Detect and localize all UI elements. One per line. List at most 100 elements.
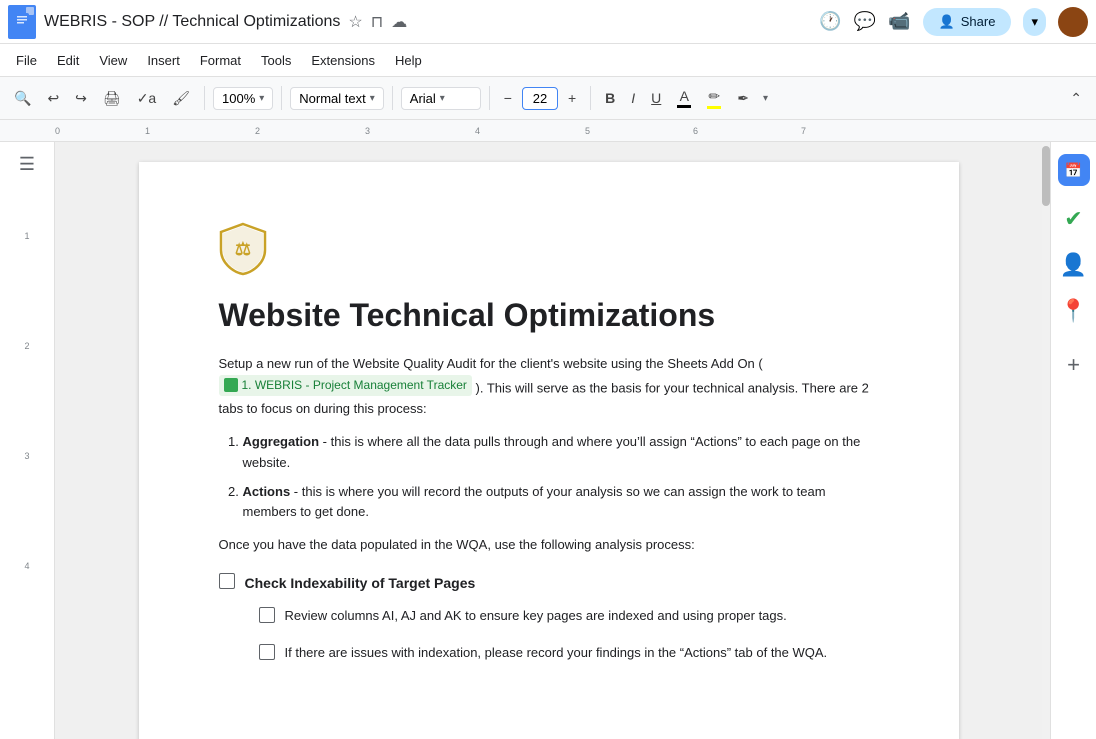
maps-icon[interactable]: 📍	[1060, 298, 1087, 324]
menu-view[interactable]: View	[91, 49, 135, 72]
menu-tools[interactable]: Tools	[253, 49, 299, 72]
increase-font-button[interactable]: +	[562, 86, 582, 110]
badge-label: 1. WEBRIS - Project Management Tracker	[242, 376, 467, 395]
ruler-mark-1: 1	[145, 126, 150, 136]
share-dropdown-button[interactable]: ▾	[1023, 8, 1046, 36]
ruler-mark-4: 4	[475, 126, 480, 136]
sheets-icon	[224, 378, 238, 392]
actions-term: Actions	[243, 484, 291, 499]
spellcheck-button[interactable]: ✓a	[131, 86, 163, 111]
doc-icon	[8, 5, 36, 39]
document-body: Setup a new run of the Website Quality A…	[219, 354, 879, 664]
text-style-dropdown[interactable]: Normal text ▾	[290, 87, 384, 110]
ruler-mark-7: 7	[801, 126, 806, 136]
intro-paragraph: Setup a new run of the Website Quality A…	[219, 354, 879, 420]
aggregation-term: Aggregation	[243, 434, 320, 449]
title-icons: ☆ ⊓ ☁	[348, 12, 407, 32]
ruler: 0 1 2 3 4 5 6 7	[0, 120, 1096, 142]
checkbox-box-2[interactable]	[259, 607, 275, 623]
document-title: WEBRIS - SOP // Technical Optimizations	[44, 13, 340, 31]
decrease-font-button[interactable]: −	[498, 86, 518, 110]
star-icon[interactable]: ☆	[348, 12, 362, 32]
menu-insert[interactable]: Insert	[139, 49, 188, 72]
separator-1	[204, 86, 205, 110]
webris-logo: ⚖	[219, 222, 267, 276]
font-size-box[interactable]: 22	[522, 87, 558, 110]
checkbox-box-3[interactable]	[259, 644, 275, 660]
list-item-1: Aggregation - this is where all the data…	[243, 432, 879, 474]
zoom-chevron: ▾	[259, 93, 264, 104]
video-icon[interactable]: 📹	[888, 11, 910, 32]
text-style-value: Normal text	[299, 91, 365, 106]
margin-4: 4	[24, 561, 29, 571]
menu-bar: File Edit View Insert Format Tools Exten…	[0, 44, 1096, 76]
more-tools-chevron[interactable]: ▾	[763, 93, 768, 104]
font-dropdown[interactable]: Arial ▾	[401, 87, 481, 110]
paint-format-button[interactable]: 🖌	[166, 86, 196, 111]
share-button[interactable]: 👤 Share	[923, 8, 1012, 36]
print-button[interactable]: 🖨	[97, 86, 127, 111]
font-color-indicator: A	[677, 88, 691, 108]
tabs-list: Aggregation - this is where all the data…	[219, 432, 879, 523]
title-bar: WEBRIS - SOP // Technical Optimizations …	[0, 0, 1096, 44]
search-button[interactable]: 🔍	[8, 86, 37, 111]
add-icon[interactable]: +	[1067, 352, 1080, 378]
document-page: ⚖ Website Technical Optimizations Setup …	[139, 162, 959, 739]
redo-button[interactable]: ↪	[69, 86, 93, 111]
collapse-toolbar-button[interactable]: ⌃	[1064, 86, 1088, 111]
ruler-mark-0: 0	[55, 126, 60, 136]
document-title-heading: Website Technical Optimizations	[219, 297, 879, 334]
outline-icon[interactable]: ☰	[19, 154, 35, 175]
menu-extensions[interactable]: Extensions	[303, 49, 383, 72]
margin-1: 1	[24, 231, 29, 241]
scrollbar-thumb[interactable]	[1042, 146, 1050, 206]
menu-help[interactable]: Help	[387, 49, 430, 72]
pen-button[interactable]: ✒	[731, 86, 755, 111]
title-bar-right: 🕐 💬 📹 👤 Share ▾	[819, 7, 1088, 37]
checkbox-label-2: Review columns AI, AJ and AK to ensure k…	[285, 606, 787, 627]
menu-file[interactable]: File	[8, 49, 45, 72]
checkbox-indexation-issues: If there are issues with indexation, ple…	[259, 643, 879, 664]
bold-button[interactable]: B	[599, 86, 621, 110]
menu-edit[interactable]: Edit	[49, 49, 87, 72]
project-tracker-badge[interactable]: 1. WEBRIS - Project Management Tracker	[219, 375, 472, 396]
calendar-icon[interactable]: 📅	[1058, 154, 1090, 186]
menu-format[interactable]: Format	[192, 49, 249, 72]
zoom-control[interactable]: 100% ▾	[213, 87, 273, 110]
tasks-icon[interactable]: ✔	[1064, 206, 1082, 232]
margin-2: 2	[24, 341, 29, 351]
cloud-icon[interactable]: ☁	[391, 12, 407, 32]
document-area[interactable]: ⚖ Website Technical Optimizations Setup …	[55, 142, 1042, 739]
user-avatar[interactable]	[1058, 7, 1088, 37]
share-person-icon: 👤	[939, 14, 955, 30]
checkbox-section: Check Indexability of Target Pages Revie…	[219, 572, 879, 664]
separator-5	[590, 86, 591, 110]
folder-icon[interactable]: ⊓	[371, 12, 383, 32]
separator-2	[281, 86, 282, 110]
chat-icon[interactable]: 💬	[854, 11, 876, 32]
underline-button[interactable]: U	[645, 86, 667, 110]
ruler-mark-6: 6	[693, 126, 698, 136]
checkbox-indexability: Check Indexability of Target Pages	[219, 572, 879, 594]
text-style-chevron: ▾	[370, 93, 375, 104]
italic-button[interactable]: I	[625, 86, 641, 110]
share-label: Share	[961, 14, 996, 29]
aggregation-desc: - this is where all the data pulls throu…	[243, 434, 861, 470]
font-color-button[interactable]: A	[671, 84, 697, 112]
title-bar-left: WEBRIS - SOP // Technical Optimizations …	[8, 5, 819, 39]
contacts-icon[interactable]: 👤	[1060, 252, 1087, 278]
svg-text:⚖: ⚖	[234, 239, 250, 259]
checkbox-box-1[interactable]	[219, 573, 235, 589]
left-sidebar: ☰ 1 2 3 4	[0, 142, 55, 739]
ruler-mark-2: 2	[255, 126, 260, 136]
logo-container: ⚖	[219, 222, 879, 281]
checkbox-label-3: If there are issues with indexation, ple…	[285, 643, 828, 664]
zoom-value: 100%	[222, 91, 255, 106]
scrollbar-track[interactable]	[1042, 142, 1050, 739]
toolbar: 🔍 ↩ ↪ 🖨 ✓a 🖌 100% ▾ Normal text ▾ Arial …	[0, 76, 1096, 120]
history-icon[interactable]: 🕐	[819, 11, 841, 32]
undo-button[interactable]: ↩	[41, 86, 65, 111]
highlight-button[interactable]: ✏	[701, 84, 727, 113]
font-value: Arial	[410, 91, 436, 106]
separator-4	[489, 86, 490, 110]
